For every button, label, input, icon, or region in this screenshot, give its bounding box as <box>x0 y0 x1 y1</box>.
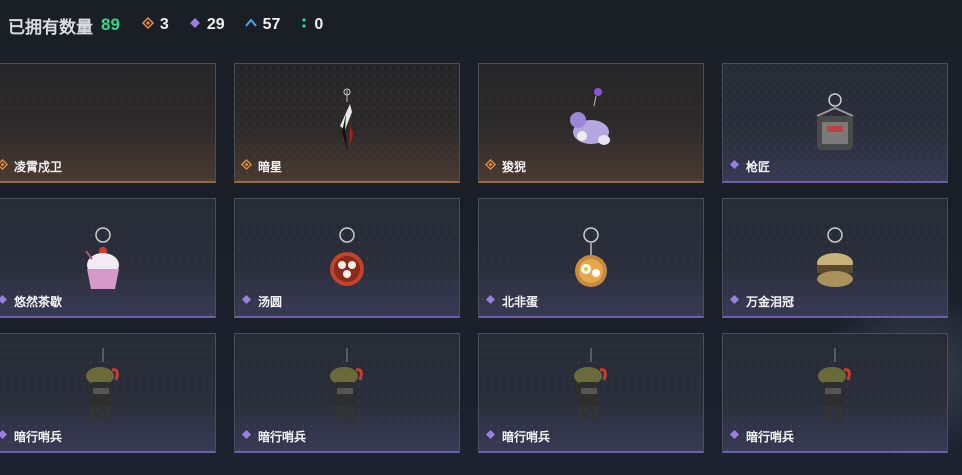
soldier-charm-icon <box>556 334 626 434</box>
item-name: 万金泪冠 <box>746 294 795 309</box>
purple-diamond-icon <box>241 292 252 310</box>
beast-charm-icon <box>556 64 626 164</box>
purple-diamond-icon <box>485 292 496 310</box>
item-name-row: 北非蛋 <box>485 292 538 310</box>
purple-rarity-count: 29 <box>206 16 225 33</box>
item-name-row: 悠然茶歇 <box>0 292 62 310</box>
owned-count-value: 89 <box>101 15 120 34</box>
blue-chevron-icon <box>244 16 257 34</box>
item-card[interactable]: 暗行哨兵 <box>0 333 216 453</box>
item-card[interactable]: 北非蛋 <box>478 198 704 318</box>
purple-diamond-icon <box>485 427 496 445</box>
item-card[interactable]: 暗行哨兵 <box>234 333 460 453</box>
item-name-row: 凌霄戍卫 <box>0 157 62 175</box>
item-card[interactable]: 暗行哨兵 <box>722 333 948 453</box>
item-name-row: 暗行哨兵 <box>241 427 306 445</box>
item-card[interactable]: 暗星 <box>234 63 460 183</box>
orange-diamond-icon <box>240 157 253 175</box>
item-name: 凌霄戍卫 <box>14 159 63 174</box>
item-name: 汤圆 <box>258 294 283 309</box>
item-name-row: 暗星 <box>240 157 283 175</box>
item-name-row: 汤圆 <box>241 292 282 310</box>
pan-charm-icon <box>556 199 626 299</box>
item-name: 狻猊 <box>502 159 527 174</box>
item-name: 北非蛋 <box>502 294 539 309</box>
cupcake-charm-icon <box>68 199 138 299</box>
burger-charm-icon <box>800 199 870 299</box>
bag-charm-icon <box>800 64 870 164</box>
purple-diamond-icon <box>241 427 252 445</box>
owned-count-label: 已拥有数量 <box>8 17 93 37</box>
item-name-row: 暗行哨兵 <box>729 427 794 445</box>
item-name: 悠然茶歇 <box>14 294 63 309</box>
item-card[interactable]: 万金泪冠 <box>722 198 948 318</box>
item-card[interactable]: 暗行哨兵 <box>478 333 704 453</box>
green-dots-icon <box>300 16 308 34</box>
purple-rarity-stat: 29 <box>189 16 225 34</box>
purple-diamond-icon <box>729 427 740 445</box>
item-card[interactable]: 凌霄戍卫 <box>0 63 216 183</box>
item-name-row: 暗行哨兵 <box>0 427 62 445</box>
bowl-charm-icon <box>312 199 382 299</box>
orange-rarity-stat: 3 <box>141 16 169 34</box>
orange-rarity-count: 3 <box>159 16 169 33</box>
item-name-row: 狻猊 <box>484 157 527 175</box>
inventory-summary-bar: 已拥有数量 89 3 29 57 0 <box>0 0 962 50</box>
green-rarity-count: 0 <box>314 16 324 33</box>
none-charm-icon <box>68 64 138 164</box>
blue-rarity-stat: 57 <box>244 16 281 34</box>
item-card[interactable]: 悠然茶歇 <box>0 198 216 318</box>
purple-diamond-icon <box>0 427 8 445</box>
green-rarity-stat: 0 <box>300 16 323 34</box>
item-card[interactable]: 狻猊 <box>478 63 704 183</box>
item-name: 枪匠 <box>746 159 771 174</box>
item-name: 暗行哨兵 <box>502 429 551 444</box>
item-name: 暗行哨兵 <box>258 429 307 444</box>
orange-diamond-icon <box>0 157 9 175</box>
soldier-charm-icon <box>312 334 382 434</box>
item-card[interactable]: 枪匠 <box>722 63 948 183</box>
blue-rarity-count: 57 <box>262 16 281 33</box>
item-name-row: 枪匠 <box>729 157 770 175</box>
item-name: 暗行哨兵 <box>14 429 63 444</box>
item-name-row: 万金泪冠 <box>729 292 794 310</box>
purple-diamond-icon <box>729 292 740 310</box>
item-name-row: 暗行哨兵 <box>485 427 550 445</box>
soldier-charm-icon <box>800 334 870 434</box>
orange-diamond-icon <box>484 157 497 175</box>
purple-diamond-icon <box>0 292 8 310</box>
purple-diamond-icon <box>189 16 201 34</box>
soldier-charm-icon <box>68 334 138 434</box>
purple-diamond-icon <box>729 157 740 175</box>
item-card[interactable]: 汤圆 <box>234 198 460 318</box>
item-name: 暗星 <box>258 159 283 174</box>
item-name: 暗行哨兵 <box>746 429 795 444</box>
blade-charm-icon <box>312 64 382 164</box>
orange-diamond-icon <box>141 16 155 34</box>
